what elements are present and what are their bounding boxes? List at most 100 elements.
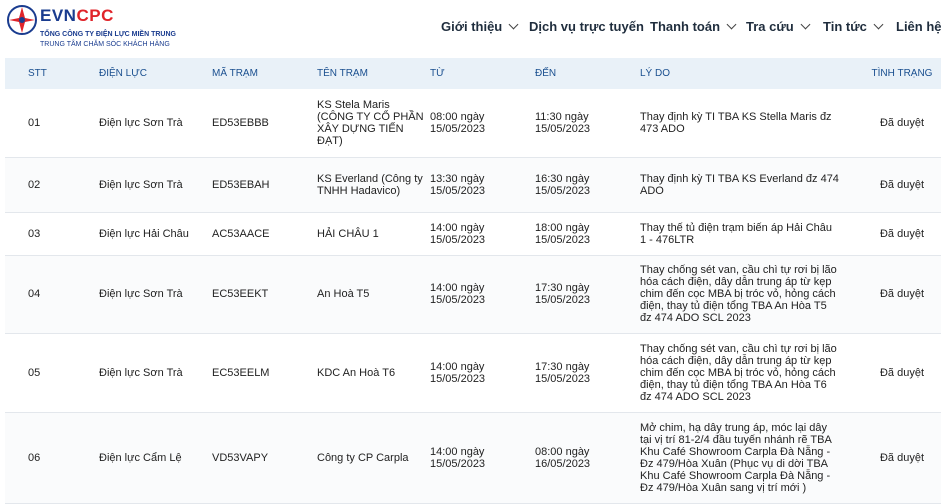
cell-ten-tram-wrap: KS Stela Maris (CÔNG TY CỔ PHẦN XÂY DỰNG… [317, 89, 430, 158]
cell-ly-do-wrap: Mở chim, hạ dây trung áp, móc lại dây tạ… [640, 412, 845, 504]
col-header-ma-tram: MÃ TRẠM [212, 58, 317, 89]
cell-ly-do-wrap: Thay thế tủ điện trạm biến áp Hải Châu 1… [640, 212, 845, 256]
cell-tu-wrap: 14:00 ngày 15/05/2023 [430, 412, 535, 504]
cell-tinh-trang: Đã duyệt [845, 157, 941, 213]
cell-ten-tram-wrap: KS Everland (Công ty TNHH Hadavico) [317, 157, 430, 213]
outage-schedule-table: STT ĐIỆN LỰC MÃ TRẠM TÊN TRẠM TỪ ĐẾN LÝ … [5, 58, 941, 504]
cell-den-wrap: 18:00 ngày 15/05/2023 [535, 212, 640, 256]
col-header-ten-tram: TÊN TRẠM [317, 58, 430, 89]
table-row: 05 Điện lực Sơn Trà EC53EELM KDC An Hoà … [5, 333, 941, 413]
cell-stt: 06 [5, 412, 99, 504]
cell-ten-tram-wrap: KDC An Hoà T6 [317, 333, 430, 413]
brand-name: EVNCPC [40, 6, 114, 26]
col-header-den: ĐẾN [535, 58, 640, 89]
chevron-down-icon [873, 19, 884, 30]
cell-stt: 02 [5, 157, 99, 213]
nav-label: Tin tức [823, 19, 867, 34]
cell-ly-do: Thay định kỳ TI TBA KS Stella Maris đz 4… [640, 110, 832, 135]
cell-den: 16:30 ngày 15/05/2023 [535, 172, 591, 197]
cell-tu-wrap: 14:00 ngày 15/05/2023 [430, 255, 535, 334]
cell-stt: 01 [5, 89, 99, 158]
cell-tu: 14:00 ngày 15/05/2023 [430, 221, 486, 246]
cell-ma-tram: ED53EBBB [212, 89, 317, 158]
cell-ten-tram-wrap: An Hoà T5 [317, 255, 430, 334]
table-row: 06 Điện lực Cẩm Lệ VD53VAPY Công ty CP C… [5, 412, 941, 504]
col-header-tu: TỪ [430, 58, 535, 89]
cell-den-wrap: 17:30 ngày 15/05/2023 [535, 255, 640, 334]
cell-dien-luc: Điện lực Sơn Trà [99, 255, 212, 334]
cell-dien-luc: Điện lực Sơn Trà [99, 89, 212, 158]
cell-tinh-trang: Đã duyệt [845, 89, 941, 158]
cell-stt: 03 [5, 212, 99, 256]
chevron-down-icon [800, 19, 811, 30]
cell-den-wrap: 16:30 ngày 15/05/2023 [535, 157, 640, 213]
cell-stt: 05 [5, 333, 99, 413]
cell-dien-luc: Điện lực Sơn Trà [99, 333, 212, 413]
cell-tu-wrap: 13:30 ngày 15/05/2023 [430, 157, 535, 213]
nav-label: Liên hệ [896, 19, 941, 34]
cell-ten-tram-wrap: HẢI CHÂU 1 [317, 212, 430, 256]
cell-den: 08:00 ngày 16/05/2023 [535, 445, 591, 470]
cell-ly-do: Thay thế tủ điện trạm biến áp Hải Châu 1… [640, 221, 833, 246]
nav-thanh-toan[interactable]: Thanh toán [650, 19, 737, 34]
nav-label: Thanh toán [650, 19, 721, 34]
cell-ma-tram: AC53AACE [212, 212, 317, 256]
nav-lien-he[interactable]: Liên hệ [896, 19, 941, 34]
cell-dien-luc: Điện lực Sơn Trà [99, 157, 212, 213]
cell-ten-tram: An Hoà T5 [317, 288, 370, 300]
cell-den: 17:30 ngày 15/05/2023 [535, 360, 591, 385]
evn-logo-icon [7, 5, 37, 35]
cell-ly-do: Thay định kỳ TI TBA KS Everland đz 474 A… [640, 172, 839, 197]
cell-tu: 14:00 ngày 15/05/2023 [430, 360, 486, 385]
cell-tinh-trang: Đã duyệt [845, 212, 941, 256]
cell-tu: 14:00 ngày 15/05/2023 [430, 282, 486, 306]
company-name: TỔNG CÔNG TY ĐIỆN LỰC MIỀN TRUNG [40, 31, 176, 38]
col-header-ly-do: LÝ DO [640, 58, 845, 89]
brand-evn: EVN [40, 6, 77, 25]
cell-den-wrap: 11:30 ngày 15/05/2023 [535, 89, 640, 158]
table-row: 02 Điện lực Sơn Trà ED53EBAH KS Everland… [5, 157, 941, 213]
cell-ten-tram: Công ty CP Carpla [317, 451, 409, 464]
cell-den: 18:00 ngày 15/05/2023 [535, 221, 591, 246]
nav-label: Giới thiệu [441, 19, 503, 34]
site-header: EVNCPC TỔNG CÔNG TY ĐIỆN LỰC MIỀN TRUNG … [0, 0, 941, 58]
cell-tu: 13:30 ngày 15/05/2023 [430, 172, 486, 197]
cell-ma-tram: EC53EEKT [212, 255, 317, 334]
cell-ten-tram: KS Stela Maris (CÔNG TY CỔ PHẦN XÂY DỰNG… [317, 98, 424, 147]
cell-ten-tram: HẢI CHÂU 1 [317, 227, 379, 240]
cell-den-wrap: 17:30 ngày 15/05/2023 [535, 333, 640, 413]
cell-tu: 08:00 ngày 15/05/2023 [430, 110, 486, 135]
table-row: 04 Điện lực Sơn Trà EC53EEKT An Hoà T5 1… [5, 255, 941, 334]
cell-den: 11:30 ngày 15/05/2023 [535, 110, 591, 135]
nav-dich-vu-truc-tuyen[interactable]: Dịch vụ trực tuyến [529, 19, 644, 34]
cell-den-wrap: 08:00 ngày 16/05/2023 [535, 412, 640, 504]
nav-label: Dịch vụ trực tuyến [529, 19, 644, 34]
cell-tinh-trang: Đã duyệt [845, 412, 941, 504]
nav-tin-tuc[interactable]: Tin tức [823, 19, 884, 34]
nav-tra-cuu[interactable]: Tra cứu [746, 19, 811, 34]
chevron-down-icon [508, 19, 519, 30]
col-header-stt: STT [5, 58, 99, 89]
cell-tinh-trang: Đã duyệt [845, 333, 941, 413]
cell-ma-tram: EC53EELM [212, 333, 317, 413]
col-header-tinh-trang: TÌNH TRẠNG [845, 58, 941, 89]
cell-tu-wrap: 14:00 ngày 15/05/2023 [430, 212, 535, 256]
site-logo[interactable]: EVNCPC TỔNG CÔNG TY ĐIỆN LỰC MIỀN TRUNG … [6, 4, 186, 54]
nav-gioi-thieu[interactable]: Giới thiệu [441, 19, 519, 34]
cell-tu-wrap: 08:00 ngày 15/05/2023 [430, 89, 535, 158]
cell-dien-luc: Điện lực Hải Châu [99, 212, 212, 256]
table-header-row: STT ĐIỆN LỰC MÃ TRẠM TÊN TRẠM TỪ ĐẾN LÝ … [5, 58, 941, 89]
cell-tu: 14:00 ngày 15/05/2023 [430, 445, 486, 470]
cell-ma-tram: VD53VAPY [212, 412, 317, 504]
cell-ma-tram: ED53EBAH [212, 157, 317, 213]
cell-ly-do-wrap: Thay định kỳ TI TBA KS Everland đz 474 A… [640, 157, 845, 213]
chevron-down-icon [726, 19, 737, 30]
nav-label: Tra cứu [746, 19, 794, 34]
cell-ten-tram: KDC An Hoà T6 [317, 366, 396, 379]
col-header-dien-luc: ĐIỆN LỰC [99, 58, 212, 89]
table-row: 03 Điện lực Hải Châu AC53AACE HẢI CHÂU 1… [5, 212, 941, 256]
cell-den: 17:30 ngày 15/05/2023 [535, 282, 591, 306]
cell-stt: 04 [5, 255, 99, 334]
cell-ten-tram: KS Everland (Công ty TNHH Hadavico) [317, 172, 423, 197]
cell-ten-tram-wrap: Công ty CP Carpla [317, 412, 430, 504]
